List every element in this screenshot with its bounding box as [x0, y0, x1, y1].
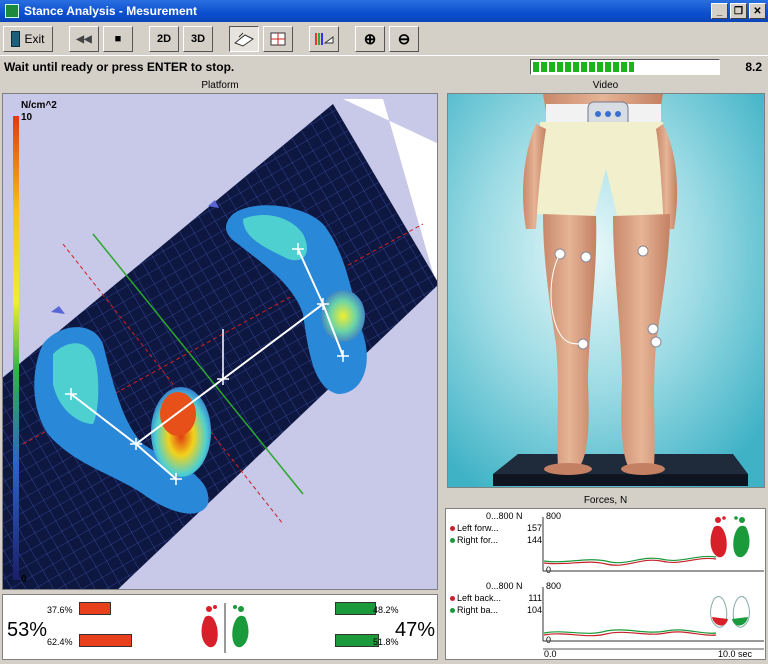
restore-button[interactable]: ❐: [730, 3, 747, 19]
left-forward-percent: 37.6%: [47, 605, 73, 615]
door-icon: [11, 31, 21, 47]
status-message: Wait until ready or press ENTER to stop.: [4, 59, 235, 74]
platform-title: Platform: [2, 79, 438, 93]
left-foot-icon: [201, 605, 218, 648]
zoom-in-button[interactable]: ⊕: [355, 26, 385, 52]
video-frame: [448, 94, 764, 487]
platform-view[interactable]: N/cm^2 10 0: [2, 93, 438, 590]
balance-panel: 53% 37.6% 62.4% 48.2% 51.8% 47%: [2, 594, 438, 660]
color-scale-bar: [13, 116, 19, 580]
color-scale-icon: [315, 33, 334, 45]
left-total-percent: 53%: [7, 619, 48, 641]
pressure-map: [3, 94, 437, 589]
view-2d-button[interactable]: 2D: [149, 26, 179, 52]
right-forward-bar: [335, 602, 376, 615]
window-title: Stance Analysis - Mesurement: [24, 4, 197, 18]
forces-title: Forces, N: [445, 494, 766, 508]
foot-back-red-icon: [710, 596, 728, 628]
elapsed-time: 8.2: [745, 59, 762, 74]
exit-label: Exit: [24, 32, 45, 46]
left-forward-bar: [79, 602, 111, 615]
zoom-out-button[interactable]: ⊖: [389, 26, 419, 52]
minimize-button[interactable]: _: [711, 3, 728, 19]
rewind-button[interactable]: ◀◀: [69, 26, 99, 52]
foot-back-green-icon: [732, 596, 750, 628]
exit-button[interactable]: Exit: [3, 26, 53, 52]
scale-unit: N/cm^2: [21, 100, 57, 111]
foot-front-green-icon: [733, 516, 750, 558]
app-icon: [5, 4, 19, 18]
platform-view-button[interactable]: [229, 26, 259, 52]
scale-max: 10: [21, 112, 33, 123]
toolbar: Exit ◀◀ ■ 2D 3D ⊕ ⊖: [0, 24, 768, 54]
foot-platform-icon: [234, 32, 254, 47]
progress-bar: [530, 58, 720, 75]
scale-min: 0: [21, 574, 27, 585]
forces-chart: [542, 516, 764, 650]
status-line: Wait until ready or press ENTER to stop.…: [0, 55, 768, 77]
right-total-percent: 47%: [395, 619, 436, 641]
video-view[interactable]: [447, 93, 765, 488]
left-back-percent: 62.4%: [47, 637, 73, 647]
video-title: Video: [445, 79, 766, 93]
grid-view-button[interactable]: [263, 26, 293, 52]
title-bar: Stance Analysis - Mesurement _ ❐ ✕: [0, 0, 768, 22]
forces-panel: 0...800 N Left forw... 157 Right for... …: [445, 508, 766, 660]
app-window: Stance Analysis - Mesurement _ ❐ ✕ Exit …: [0, 0, 768, 664]
progress-fill: [533, 61, 635, 72]
grid-icon: [270, 32, 286, 46]
stop-button[interactable]: ■: [103, 26, 133, 52]
feet-icons: [201, 603, 249, 653]
right-foot-icon: [232, 605, 249, 648]
right-forward-percent: 48.2%: [373, 605, 399, 615]
left-back-bar: [79, 634, 133, 647]
close-button[interactable]: ✕: [749, 3, 766, 19]
view-3d-button[interactable]: 3D: [183, 26, 213, 52]
settings-button[interactable]: [309, 26, 339, 52]
foot-front-red-icon: [710, 516, 727, 558]
